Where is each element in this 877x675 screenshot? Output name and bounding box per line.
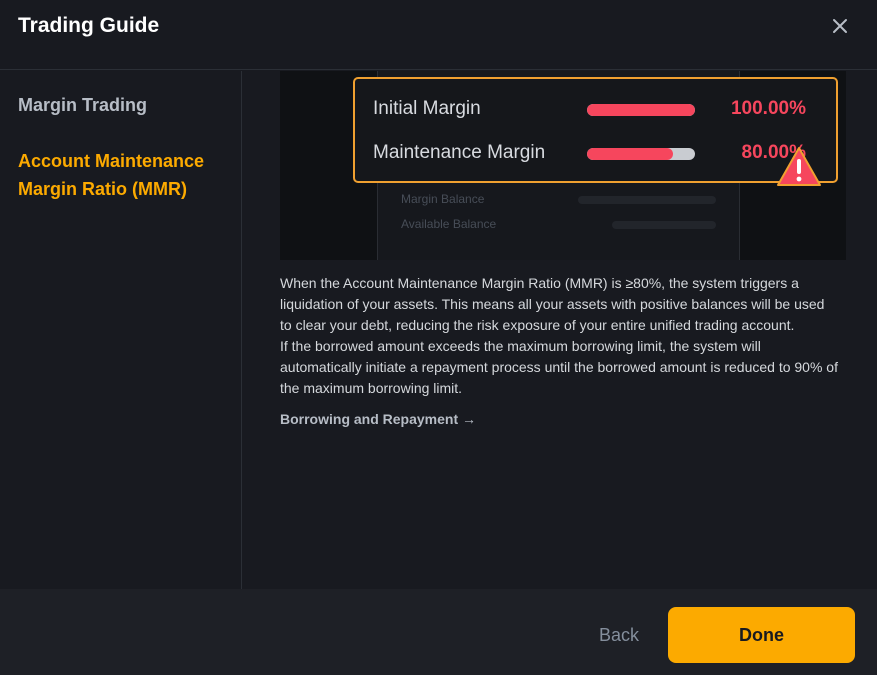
done-button[interactable]: Done <box>668 607 855 663</box>
sidebar-item-margin-trading[interactable]: Margin Trading <box>18 91 233 119</box>
background-label-available-balance: Available Balance <box>401 217 497 231</box>
background-bar <box>578 196 716 204</box>
sidebar: Margin Trading Account Maintenance Margi… <box>0 71 242 589</box>
content-panel: Margin Balance Available Balance Initial… <box>242 71 877 589</box>
trading-guide-modal: Trading Guide Margin Trading Account Mai… <box>0 0 877 675</box>
close-button[interactable] <box>826 12 854 40</box>
description-paragraph: When the Account Maintenance Margin Rati… <box>280 275 825 333</box>
illustration: Margin Balance Available Balance Initial… <box>280 71 846 260</box>
margin-card: Initial Margin 100.00% Maintenance Margi… <box>353 77 838 183</box>
initial-margin-bar-fill <box>587 104 695 116</box>
initial-margin-label: Initial Margin <box>373 98 481 119</box>
borrowing-and-repayment-link[interactable]: Borrowing and Repayment → <box>280 411 476 427</box>
warning-triangle-icon <box>777 147 821 186</box>
background-label-margin-balance: Margin Balance <box>401 192 485 206</box>
background-bar <box>612 221 716 229</box>
initial-margin-value: 100.00% <box>730 98 806 119</box>
maintenance-margin-label: Maintenance Margin <box>373 142 546 163</box>
description-text: When the Account Maintenance Margin Rati… <box>280 273 840 399</box>
maintenance-margin-bar-fill <box>587 148 674 160</box>
back-button[interactable]: Back <box>584 607 654 663</box>
modal-footer: Back Done <box>0 589 877 675</box>
sidebar-item-account-maintenance-margin-ratio[interactable]: Account Maintenance Margin Ratio (MMR) <box>18 147 233 203</box>
description-paragraph: If the borrowed amount exceeds the maxim… <box>280 338 838 396</box>
maintenance-margin-bar <box>587 148 695 160</box>
close-icon <box>833 19 847 33</box>
modal-header: Trading Guide <box>0 0 877 70</box>
modal-title: Trading Guide <box>18 14 160 37</box>
initial-margin-bar <box>587 104 695 116</box>
